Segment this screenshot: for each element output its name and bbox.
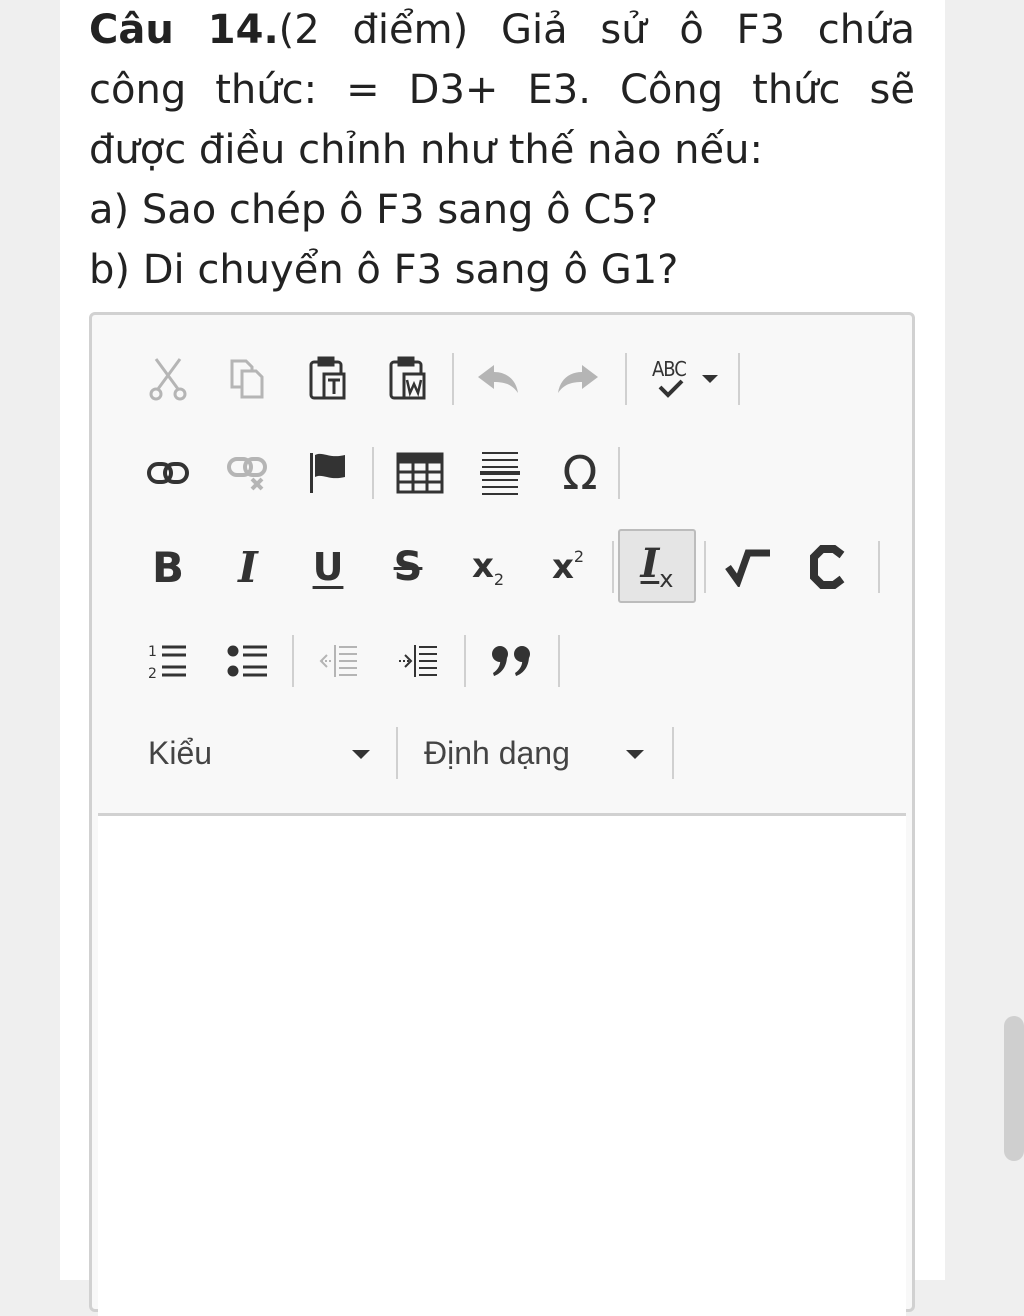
chemistry-button[interactable] xyxy=(796,535,860,599)
question-line-5: b) Di chuyển ô F3 sang ô G1? xyxy=(89,247,679,293)
toolbar-separator xyxy=(618,447,620,499)
link-button[interactable] xyxy=(136,441,200,505)
toolbar-separator xyxy=(612,541,614,593)
blockquote-button[interactable] xyxy=(480,629,544,693)
link-icon xyxy=(147,462,189,484)
toolbar-separator xyxy=(292,635,294,687)
paste-word-icon xyxy=(389,356,426,400)
italic-icon: I xyxy=(238,542,258,592)
editor-content-area[interactable] xyxy=(98,816,906,1316)
toolbar-separator xyxy=(452,353,454,405)
outdent-button[interactable] xyxy=(306,629,370,693)
bulleted-list-button[interactable] xyxy=(216,629,280,693)
question-text: Câu 14.(2 điểm) Giả sử ô F3 chứa công th… xyxy=(89,0,915,300)
page-scrollbar[interactable] xyxy=(1004,1016,1024,1161)
format-combo[interactable]: Định dạng xyxy=(424,723,656,783)
toolbar-separator xyxy=(625,353,627,405)
chevron-down-icon xyxy=(702,375,718,383)
bold-button[interactable]: B xyxy=(136,535,200,599)
subscript-icon: x2 xyxy=(471,545,505,589)
remove-format-icon: Ix xyxy=(640,539,674,593)
toolbar-separator xyxy=(878,541,880,593)
chevron-down-icon xyxy=(352,750,370,759)
unlink-button[interactable] xyxy=(216,441,280,505)
toolbar-separator xyxy=(396,727,398,779)
anchor-flag-icon xyxy=(310,453,345,493)
question-line-1: Câu 14.(2 điểm) Giả sử ô F3 chứa xyxy=(89,7,915,53)
square-root-icon xyxy=(725,549,770,587)
horizontal-line-button[interactable] xyxy=(468,441,532,505)
special-char-icon: Ω xyxy=(562,446,598,500)
svg-text:1: 1 xyxy=(148,644,157,660)
indent-button[interactable] xyxy=(386,629,450,693)
strikethrough-icon: S xyxy=(393,544,423,590)
spellcheck-button[interactable]: ABC xyxy=(644,347,726,411)
unlink-icon xyxy=(227,457,267,491)
remove-format-button[interactable]: Ix xyxy=(618,529,696,603)
copy-icon xyxy=(230,359,264,399)
toolbar-separator xyxy=(672,727,674,779)
chemistry-c-icon xyxy=(810,545,845,589)
anchor-button[interactable] xyxy=(296,441,360,505)
style-combo[interactable]: Kiểu xyxy=(148,723,380,783)
toolbar-separator xyxy=(372,447,374,499)
paste-text-button[interactable] xyxy=(296,347,360,411)
chevron-down-icon xyxy=(626,750,644,759)
blockquote-icon xyxy=(492,646,530,676)
editor-toolbar: ABC Ω B I U S x2 x2 Ix 1 2 Kiểu Định dạn… xyxy=(98,315,906,816)
paste-word-button[interactable] xyxy=(376,347,440,411)
copy-button[interactable] xyxy=(216,347,280,411)
strikethrough-button[interactable]: S xyxy=(376,535,440,599)
redo-button[interactable] xyxy=(546,347,610,411)
toolbar-separator xyxy=(464,635,466,687)
format-combo-label: Định dạng xyxy=(424,734,570,771)
superscript-button[interactable]: x2 xyxy=(536,535,600,599)
question-line-4: a) Sao chép ô F3 sang ô C5? xyxy=(89,187,658,233)
question-number: Câu 14. xyxy=(89,7,279,53)
underline-icon: U xyxy=(312,545,344,589)
table-button[interactable] xyxy=(388,441,452,505)
superscript-icon: x2 xyxy=(551,547,585,587)
rich-text-editor: ABC Ω B I U S x2 x2 Ix 1 2 Kiểu Định dạn… xyxy=(89,312,915,1316)
question-line-3: được điều chỉnh như thế nào nếu: xyxy=(89,127,763,173)
redo-icon xyxy=(558,365,598,393)
indent-icon xyxy=(399,645,437,677)
subscript-button[interactable]: x2 xyxy=(456,535,520,599)
cut-button[interactable] xyxy=(136,347,200,411)
toolbar-separator xyxy=(558,635,560,687)
bold-icon: B xyxy=(151,542,184,592)
paste-text-icon xyxy=(309,356,346,400)
undo-button[interactable] xyxy=(466,347,530,411)
question-line-2: công thức: = D3+ E3. Công thức sẽ xyxy=(89,67,915,113)
math-formula-button[interactable] xyxy=(716,535,780,599)
table-icon xyxy=(396,452,444,494)
underline-button[interactable]: U xyxy=(296,535,360,599)
special-char-button[interactable]: Ω xyxy=(548,441,612,505)
italic-button[interactable]: I xyxy=(216,535,280,599)
cut-icon xyxy=(149,358,187,401)
toolbar-separator xyxy=(738,353,740,405)
toolbar-separator xyxy=(704,541,706,593)
numbered-list-button[interactable]: 1 2 xyxy=(136,629,200,693)
svg-text:2: 2 xyxy=(148,666,157,681)
numbered-list-icon: 1 2 xyxy=(148,644,186,681)
undo-icon xyxy=(478,365,518,393)
style-combo-label: Kiểu xyxy=(148,734,213,771)
bulleted-list-icon xyxy=(227,645,267,677)
outdent-icon xyxy=(319,645,357,677)
horizontal-line-icon xyxy=(480,452,520,495)
spellcheck-icon: ABC xyxy=(652,357,696,401)
